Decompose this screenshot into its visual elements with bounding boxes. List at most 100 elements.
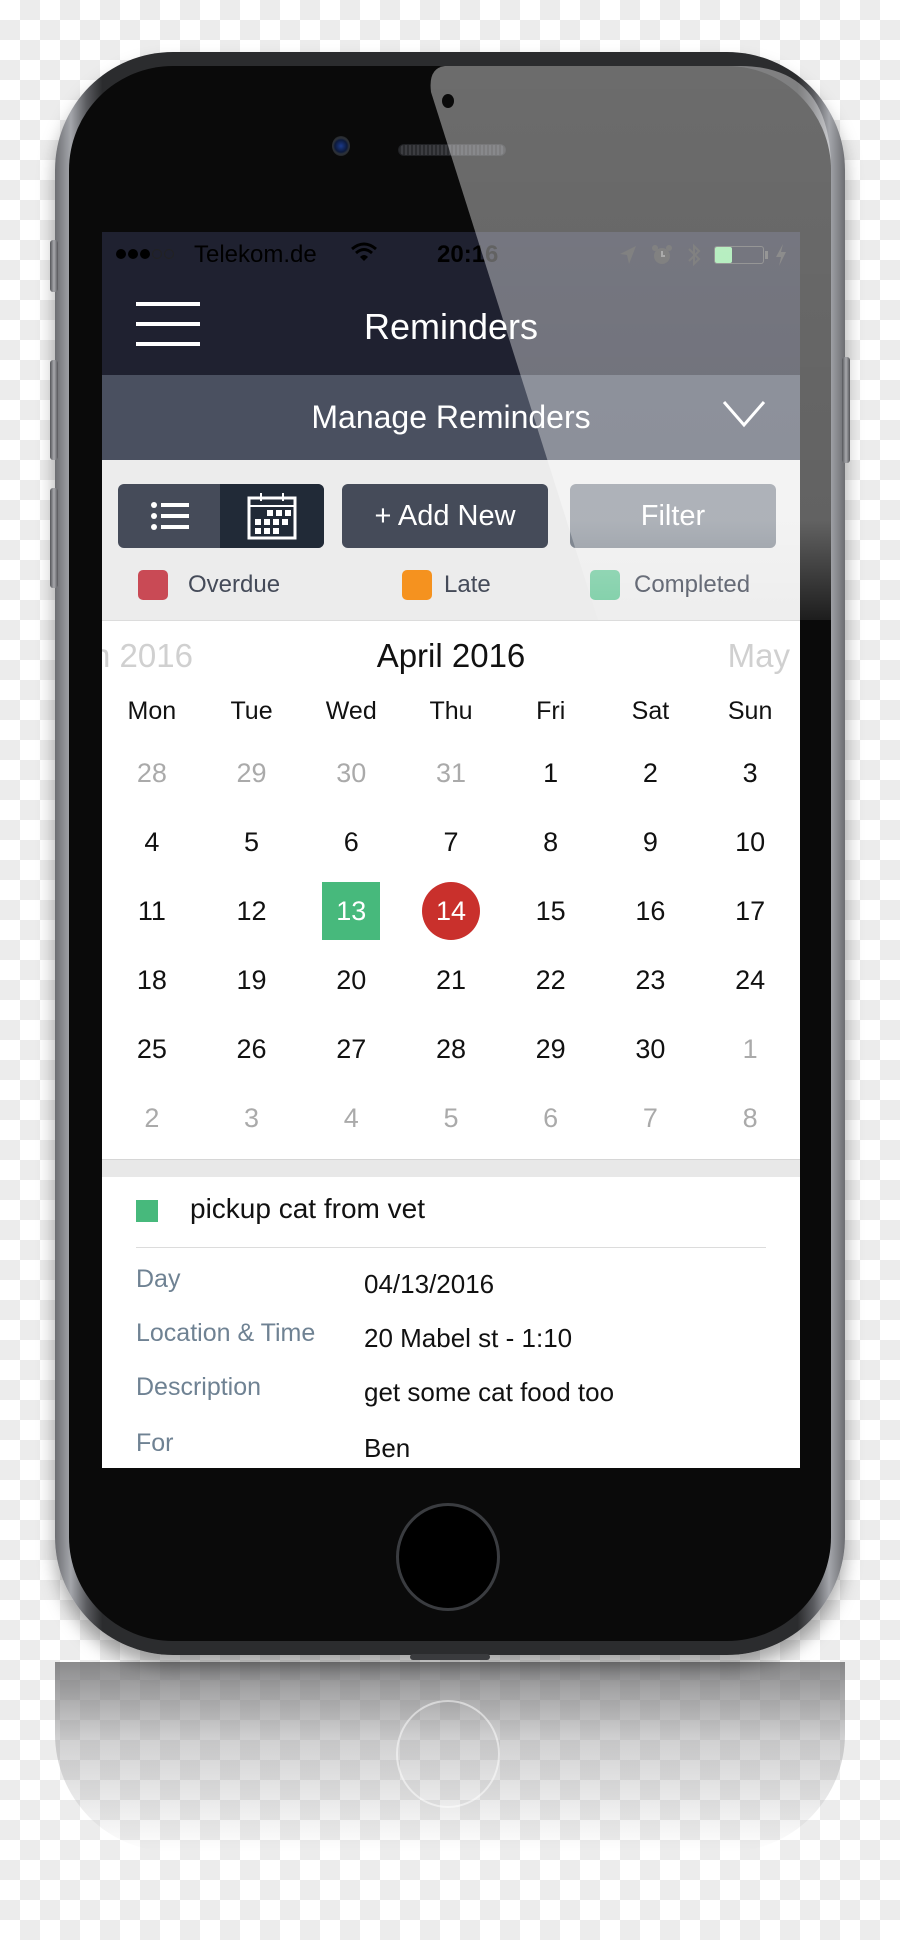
page-title: Reminders [363,306,539,347]
overdue-day-marker: 14 [421,882,480,940]
calendar-day[interactable]: 1 [501,743,601,803]
current-month-label: April 2016 [376,637,526,674]
battery-icon [714,246,764,264]
calendar-day[interactable]: 17 [700,881,800,941]
calendar-day[interactable]: 4 [102,812,202,872]
manage-reminders-dropdown[interactable]: Manage Reminders [102,375,800,460]
location-arrow-icon [618,244,638,273]
calendar-day[interactable]: 14 [401,881,501,941]
calendar-day[interactable]: 16 [601,881,701,941]
calendar-day[interactable]: 1 [700,1019,800,1079]
calendar-day[interactable]: 20 [301,950,401,1010]
status-time: 20:16 [437,241,499,268]
calendar-day[interactable]: 12 [202,881,302,941]
calendar-day[interactable]: 28 [102,743,202,803]
weekday-label: Tue [230,697,273,725]
legend-label: Completed [634,571,751,598]
detail-value: get some cat food too [364,1377,615,1407]
signal-dot [140,249,150,259]
calendar-day[interactable]: 25 [102,1019,202,1079]
calendar-day[interactable]: 7 [401,812,501,872]
legend-label: Overdue [188,571,281,598]
calendar-day[interactable]: 3 [202,1088,302,1148]
add-new-button[interactable]: + Add New [342,484,548,548]
charging-bolt-icon [774,243,788,274]
alarm-icon [650,243,674,274]
calendar-day[interactable]: 15 [501,881,601,941]
wifi-icon [350,241,378,270]
calendar-day[interactable]: 27 [301,1019,401,1079]
calendar-view-button[interactable] [220,484,324,548]
power-button [842,357,850,463]
detail-row-location-time: Location & Time 20 Mabel st - 1:10 [136,1319,776,1369]
signal-dot [128,249,138,259]
calendar-day[interactable]: 31 [401,743,501,803]
section-separator [102,1159,800,1178]
signal-dot [164,249,174,259]
calendar-day[interactable]: 28 [401,1019,501,1079]
calendar-day[interactable]: 8 [700,1088,800,1148]
reminder-title[interactable]: pickup cat from vet [190,1193,425,1225]
signal-dot [152,249,162,259]
calendar-day[interactable]: 6 [501,1088,601,1148]
earpiece-speaker [398,144,506,156]
list-icon [151,502,189,530]
detail-value: 04/13/2016 [364,1269,495,1299]
legend-overdue: Overdue [138,570,280,600]
detail-label: Description [136,1373,262,1401]
detail-row-description: Description get some cat food too [136,1373,776,1423]
calendar-day[interactable]: 2 [601,743,701,803]
calendar-day[interactable]: 23 [601,950,701,1010]
detail-row-for: For Ben [136,1429,776,1468]
calendar-day[interactable]: 29 [501,1019,601,1079]
calendar-day[interactable]: 7 [601,1088,701,1148]
battery-tip [765,251,768,259]
calendar-day[interactable]: 4 [301,1088,401,1148]
app-screen: Telekom.de 20:16 Reminders Manage Remind… [102,232,800,1468]
hamburger-menu-icon[interactable] [136,302,200,346]
calendar-day[interactable]: 3 [700,743,800,803]
filter-button[interactable]: Filter [570,484,776,548]
toolbar: + Add New Filter Overdue Late Completed [102,460,800,621]
proximity-sensor [442,94,454,108]
bluetooth-icon [686,242,702,275]
calendar-day[interactable]: 11 [102,881,202,941]
calendar-day[interactable]: 19 [202,950,302,1010]
calendar-day[interactable]: 30 [601,1019,701,1079]
mute-switch [50,240,58,292]
detail-value: 20 Mabel st - 1:10 [364,1323,573,1353]
signal-dot [116,249,126,259]
calendar: n 2016 April 2016 May Mon Tue Wed Thu Fri Sat… [102,621,800,1159]
next-month-label[interactable]: May [728,637,790,675]
calendar-day[interactable]: 26 [202,1019,302,1079]
calendar-day[interactable]: 5 [202,812,302,872]
legend-late: Late [402,570,491,600]
weekday-label: Sun [727,697,773,725]
calendar-day[interactable]: 30 [301,743,401,803]
calendar-day[interactable]: 22 [501,950,601,1010]
carrier-name: Telekom.de [194,241,317,268]
calendar-day[interactable]: 13 [301,881,401,941]
chevron-down-icon[interactable] [722,399,766,429]
calendar-day[interactable]: 5 [401,1088,501,1148]
calendar-day[interactable]: 18 [102,950,202,1010]
weekday-label: Thu [429,697,473,725]
home-button[interactable] [396,1503,500,1611]
completed-day-marker: 13 [322,882,381,940]
reminder-status-swatch [136,1200,158,1222]
calendar-day[interactable]: 24 [700,950,800,1010]
detail-label: For [136,1429,174,1457]
calendar-day[interactable]: 9 [601,812,701,872]
calendar-day[interactable]: 2 [102,1088,202,1148]
home-button-reflection [396,1700,500,1808]
manage-reminders-label: Manage Reminders [311,399,591,435]
calendar-day[interactable]: 8 [501,812,601,872]
calendar-day[interactable]: 21 [401,950,501,1010]
legend-label: Late [444,571,491,598]
completed-swatch [590,570,620,600]
calendar-day[interactable]: 6 [301,812,401,872]
calendar-day[interactable]: 29 [202,743,302,803]
calendar-day[interactable]: 10 [700,812,800,872]
list-view-button[interactable] [118,484,220,548]
status-bar: Telekom.de 20:16 [102,232,800,278]
